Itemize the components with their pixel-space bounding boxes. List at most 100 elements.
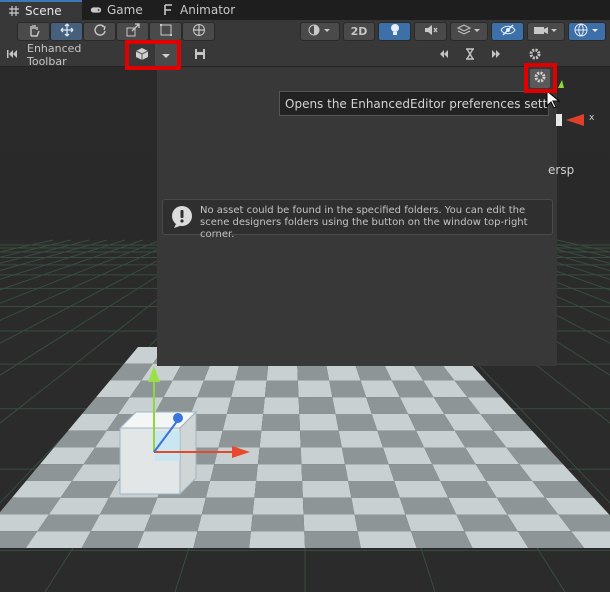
plane-tile: [144, 514, 202, 532]
plane-tile: [263, 397, 300, 414]
plane-tile: [304, 531, 361, 548]
projection-label[interactable]: ersp: [548, 163, 574, 177]
save-icon: [194, 48, 206, 63]
mode-2d-toggle[interactable]: 2D: [343, 22, 375, 41]
plane-tile: [300, 447, 346, 465]
timescale-button[interactable]: [460, 44, 480, 66]
plane-tile: [235, 363, 269, 381]
tab-animator[interactable]: Animator: [155, 0, 245, 20]
plane-tile: [249, 531, 305, 548]
lightbulb-icon: [389, 23, 401, 40]
lighting-toggle[interactable]: [378, 22, 411, 41]
camera-icon: [533, 24, 559, 39]
plane-tile: [205, 481, 257, 498]
plane-tile: [226, 397, 265, 414]
plane-tile: [254, 481, 303, 498]
plane-tile: [411, 531, 473, 548]
skip-back-button[interactable]: [2, 44, 22, 66]
eye-slash-icon: [499, 24, 516, 39]
plane-tile: [231, 380, 267, 398]
plane-tile: [351, 497, 406, 515]
plane-tile: [388, 464, 441, 481]
draw-mode-dropdown[interactable]: [300, 22, 340, 41]
plane-tile: [464, 531, 529, 548]
plane-tile: [399, 497, 457, 515]
gizmos-dropdown[interactable]: [568, 22, 606, 41]
rotate-tool-button[interactable]: [83, 22, 116, 41]
plane-tile: [354, 514, 412, 532]
orientation-gizmo[interactable]: [552, 78, 592, 148]
plane-tile: [298, 397, 336, 414]
toolbar-settings-button[interactable]: [525, 44, 545, 66]
plane-tile: [341, 447, 389, 465]
effects-dropdown[interactable]: [450, 22, 488, 41]
plane-tile: [301, 464, 349, 481]
enhanced-toolbar-title: Enhanced Toolbar: [27, 42, 82, 68]
scene-designer-dropdown[interactable]: [155, 44, 177, 66]
plane-tile: [190, 397, 232, 414]
plane-tile: [326, 363, 361, 381]
plane-tile: [377, 430, 425, 448]
plane-tile: [252, 497, 304, 515]
plane-tile: [345, 464, 395, 481]
save-button[interactable]: [190, 44, 210, 66]
tab-bar: Scene Game Animator: [0, 0, 610, 21]
grid-icon: [8, 5, 20, 17]
plane-tile: [99, 497, 158, 515]
hand-icon: [27, 23, 41, 40]
tab-game[interactable]: Game: [82, 0, 155, 20]
gear-icon: [533, 70, 547, 87]
plane-tile: [266, 363, 298, 381]
plane-tile: [357, 531, 417, 548]
plane-tile: [193, 531, 251, 548]
transform-tool-button[interactable]: [182, 22, 215, 41]
rewind-button[interactable]: [434, 44, 454, 66]
plane-tile: [329, 380, 367, 398]
plane-tile: [299, 414, 339, 431]
tab-scene[interactable]: Scene: [0, 0, 82, 20]
rect-icon: [159, 23, 173, 40]
plane-tile: [257, 447, 302, 465]
camera-dropdown[interactable]: [527, 22, 565, 41]
plane-tile: [150, 497, 206, 515]
audio-toggle[interactable]: [414, 22, 447, 41]
plane-tile: [394, 481, 449, 498]
hourglass-icon: [465, 47, 475, 63]
tooltip: Opens the EnhancedEditor preferences set…: [279, 91, 549, 116]
plane-tile: [297, 363, 330, 381]
hand-tool-button[interactable]: [17, 22, 50, 41]
move-tool-button[interactable]: [50, 22, 83, 41]
plane-tile: [256, 464, 303, 481]
plane-tile: [332, 397, 372, 414]
animator-icon: [163, 4, 175, 16]
plane-tile: [218, 430, 262, 448]
help-box-message: No asset could be found in the specified…: [200, 205, 528, 240]
plane-tile: [259, 430, 301, 448]
plane-tile: [383, 447, 433, 465]
hidden-objects-toggle[interactable]: [491, 22, 524, 41]
transform-icon: [192, 23, 206, 40]
preferences-settings-button[interactable]: [530, 69, 550, 88]
plane-tile: [264, 380, 299, 398]
plane-tile: [250, 514, 305, 532]
fast-forward-icon: [490, 48, 502, 62]
plane-tile: [302, 497, 355, 515]
plane-tile: [81, 531, 145, 548]
scale-icon: [126, 23, 140, 40]
cube-icon: [135, 47, 149, 64]
plane-tile: [210, 464, 258, 481]
plane-tile: [201, 497, 255, 515]
scale-tool-button[interactable]: [116, 22, 149, 41]
skip-to-start-icon: [6, 48, 18, 62]
gear-icon: [528, 47, 542, 64]
plane-tile: [300, 430, 342, 448]
rect-tool-button[interactable]: [149, 22, 182, 41]
warning-icon: [170, 205, 194, 229]
mute-speaker-icon: [424, 24, 438, 39]
plane-tile: [335, 414, 378, 431]
plane-tile: [338, 430, 383, 448]
fast-forward-button[interactable]: [486, 44, 506, 66]
scene-designer-button[interactable]: [130, 44, 154, 66]
enhanced-toolbar: Enhanced Toolbar: [0, 42, 610, 68]
scene-toolbar: 2D: [0, 20, 610, 44]
